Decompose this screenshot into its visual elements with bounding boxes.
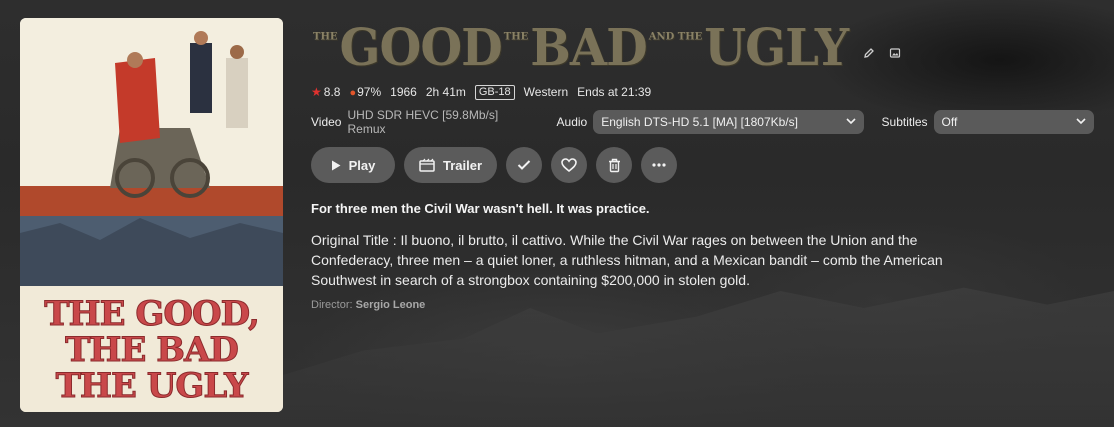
- overview: Original Title : Il buono, il brutto, il…: [311, 232, 943, 288]
- logo-the: THE: [313, 31, 338, 43]
- director-label: Director:: [311, 299, 353, 311]
- director-name-link[interactable]: Sergio Leone: [356, 299, 426, 311]
- mark-watched-button[interactable]: [506, 147, 542, 183]
- video-label: Video: [311, 115, 342, 129]
- chevron-down-icon: [1076, 116, 1086, 128]
- star-icon: ★: [311, 85, 322, 99]
- more-options-button[interactable]: [641, 147, 677, 183]
- subtitles-select[interactable]: Off: [933, 110, 1095, 134]
- heart-icon: [561, 158, 577, 172]
- check-icon: [517, 159, 531, 171]
- metadata-row: ★ 8.8 ●97% 1966 2h 41m GB-18 Western Ends…: [311, 84, 1094, 100]
- subtitles-label: Subtitles: [881, 115, 928, 129]
- logo-and-the: AND THE: [648, 31, 703, 43]
- tomato-icon: ●: [349, 87, 357, 99]
- director: Director: Sergio Leone: [311, 299, 1094, 311]
- audio-select[interactable]: English DTS-HD 5.1 [MA] [1807Kb/s]: [593, 110, 864, 134]
- delete-button[interactable]: [596, 147, 632, 183]
- play-button-label: Play: [348, 157, 376, 173]
- content-rating-badge: GB-18: [474, 84, 515, 100]
- genre: Western: [523, 85, 569, 99]
- more-icon: [652, 163, 666, 167]
- trailer-button-label: Trailer: [442, 157, 483, 173]
- tagline: For three men the Civil War wasn't hell.…: [311, 201, 650, 216]
- trailer-button[interactable]: Trailer: [404, 147, 497, 183]
- audio-select-value: English DTS-HD 5.1 [MA] [1807Kb/s]: [601, 115, 798, 129]
- audio-label: Audio: [556, 115, 588, 129]
- critic-rating: ●97%: [349, 85, 382, 99]
- ends-at: Ends at 21:39: [577, 85, 652, 99]
- logo-good: GOOD: [339, 18, 503, 78]
- release-year: 1966: [390, 85, 417, 99]
- chevron-down-icon: [845, 116, 856, 128]
- runtime: 2h 41m: [425, 85, 466, 99]
- video-value: UHD SDR HEVC [59.8Mb/s] Remux: [347, 108, 499, 136]
- subtitles-select-value: Off: [941, 115, 958, 129]
- logo-bad: BAD: [530, 18, 647, 78]
- logo-the: THE: [503, 31, 529, 43]
- movie-poster[interactable]: THE GOOD, THE BAD THE UGLY: [20, 18, 283, 412]
- trash-icon: [608, 158, 621, 173]
- poster-title-line: THE GOOD,: [44, 294, 261, 334]
- media-info-row: Video UHD SDR HEVC [59.8Mb/s] Remux Audi…: [311, 108, 1095, 136]
- poster-title-line: THE UGLY: [55, 366, 249, 406]
- poster-title-line: THE BAD: [65, 330, 240, 370]
- action-buttons: Play Trailer: [311, 147, 1094, 183]
- image-icon[interactable]: [888, 46, 902, 60]
- favorite-button[interactable]: [551, 147, 587, 183]
- details-panel: THE GOOD THE BAD AND THE UGLY ★ 8.8 ●97% …: [311, 16, 1095, 311]
- community-rating: ★ 8.8: [311, 85, 341, 99]
- film-icon: [419, 158, 435, 172]
- poster-title: THE GOOD, THE BAD THE UGLY: [20, 294, 283, 406]
- play-button[interactable]: Play: [311, 147, 395, 183]
- pencil-icon[interactable]: [862, 46, 876, 60]
- title-row: THE GOOD THE BAD AND THE UGLY: [311, 16, 1094, 78]
- title-logo: THE GOOD THE BAD AND THE UGLY: [311, 18, 849, 78]
- logo-ugly: UGLY: [704, 18, 849, 78]
- play-icon: [331, 160, 341, 171]
